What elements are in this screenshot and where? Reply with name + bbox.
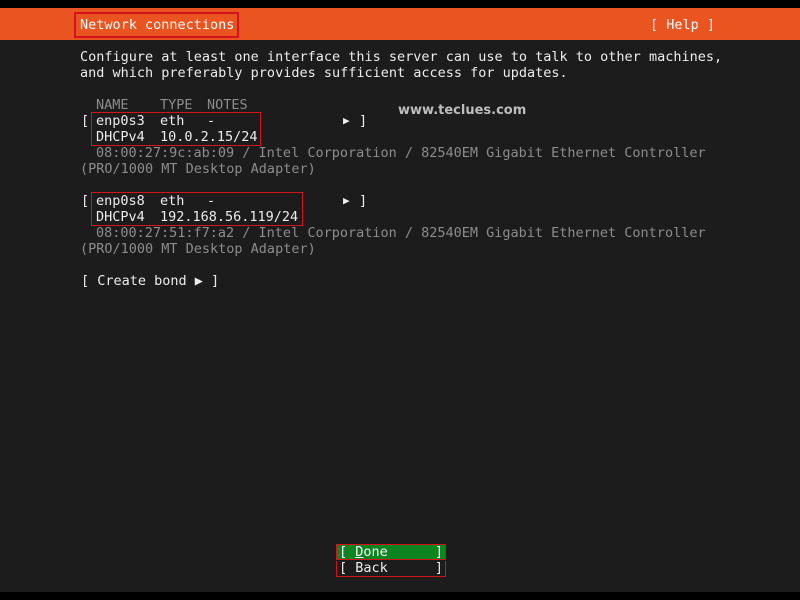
back-button-label: [ Back [339, 560, 388, 576]
help-button[interactable]: [ Help ] [650, 17, 715, 33]
interface-address: 192.168.56.119/24 [160, 209, 299, 225]
column-header-name: NAME [96, 97, 129, 113]
intro-line-2: and which preferably provides sufficient… [80, 65, 568, 81]
interface-type: eth [160, 113, 185, 129]
watermark-text: www.teclues.com [398, 103, 527, 118]
expand-arrow-icon[interactable]: ▶ [343, 113, 350, 129]
done-button-label: [ Done [339, 544, 388, 560]
interface-description-cont: (PRO/1000 MT Desktop Adapter) [80, 161, 316, 177]
interface-description-cont: (PRO/1000 MT Desktop Adapter) [80, 241, 316, 257]
interface-method: DHCPv4 [96, 129, 145, 145]
interface-name: enp0s8 [96, 193, 145, 209]
header-bar: Network connections [ Help ] [0, 8, 800, 40]
screen-top-border [0, 0, 800, 8]
row-open-bracket: [ [81, 113, 90, 129]
interface-description: 08:00:27:9c:ab:09 / Intel Corporation / … [96, 145, 706, 161]
interface-description: 08:00:27:51:f7:a2 / Intel Corporation / … [96, 225, 706, 241]
expand-arrow-icon[interactable]: ▶ [343, 193, 350, 209]
interface-address: 10.0.2.15/24 [160, 129, 258, 145]
create-bond-button[interactable]: [ Create bond ▶ ] [81, 273, 219, 289]
interface-notes: - [207, 193, 216, 209]
row-close-bracket: ] [359, 113, 368, 129]
row-open-bracket: [ [81, 193, 90, 209]
done-button-close-bracket: ] [434, 544, 443, 560]
done-button[interactable]: [ Done ] [336, 544, 446, 560]
interface-name: enp0s3 [96, 113, 145, 129]
page-title: Network connections [74, 12, 240, 38]
back-button[interactable]: [ Back ] [336, 560, 446, 577]
intro-line-1: Configure at least one interface this se… [80, 49, 723, 65]
row-close-bracket: ] [359, 193, 368, 209]
back-button-close-bracket: ] [434, 560, 443, 576]
column-header-type: TYPE [160, 97, 193, 113]
column-header-notes: NOTES [207, 97, 248, 113]
interface-type: eth [160, 193, 185, 209]
interface-notes: - [207, 113, 216, 129]
interface-method: DHCPv4 [96, 209, 145, 225]
screen-bottom-border [0, 592, 800, 600]
